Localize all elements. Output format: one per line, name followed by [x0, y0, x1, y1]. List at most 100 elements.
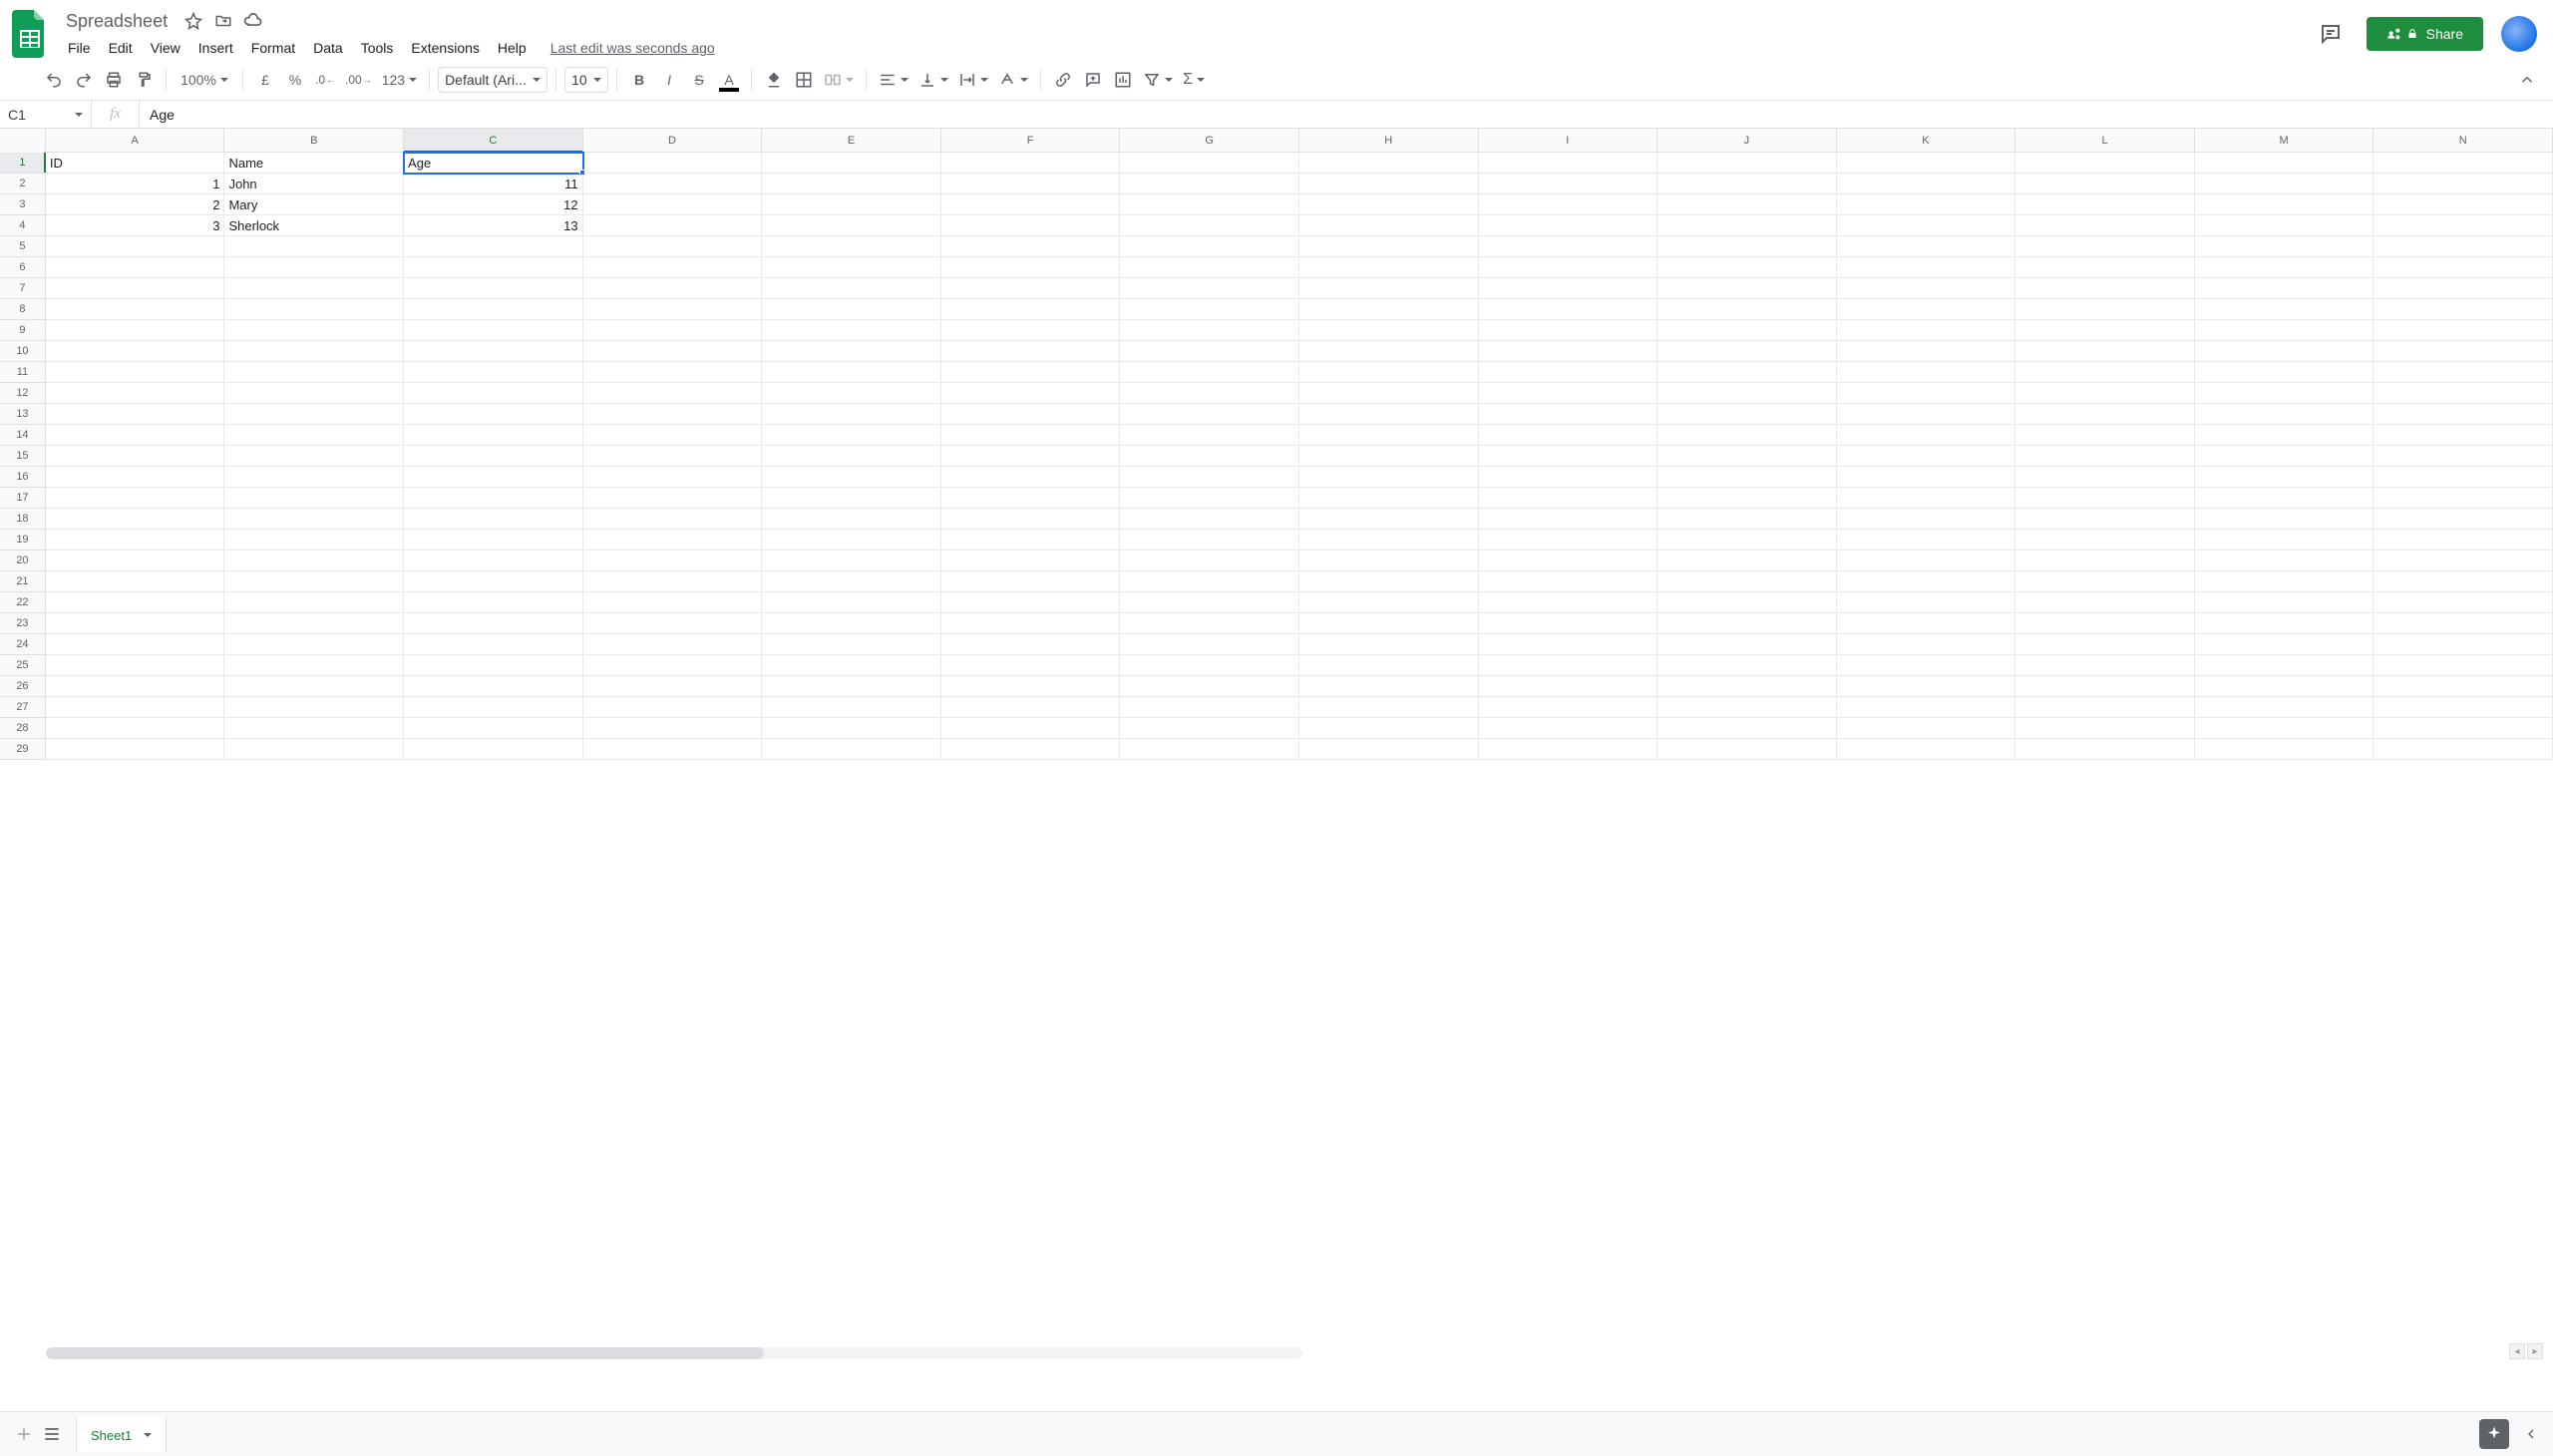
- cell[interactable]: [1657, 383, 1837, 404]
- cell[interactable]: [1299, 739, 1479, 760]
- cell[interactable]: [46, 341, 225, 362]
- horizontal-scrollbar[interactable]: [46, 1347, 1302, 1359]
- cell[interactable]: [224, 655, 404, 676]
- cell[interactable]: [1299, 697, 1479, 718]
- cell[interactable]: [941, 278, 1121, 299]
- cell[interactable]: 12: [404, 194, 583, 215]
- menu-format[interactable]: Format: [243, 36, 303, 60]
- cell[interactable]: [1299, 634, 1479, 655]
- cell[interactable]: [941, 341, 1121, 362]
- cell[interactable]: [1837, 404, 2016, 425]
- menu-tools[interactable]: Tools: [353, 36, 402, 60]
- all-sheets-icon[interactable]: [38, 1420, 66, 1448]
- cell[interactable]: [2015, 739, 2195, 760]
- account-avatar[interactable]: [2501, 16, 2537, 52]
- cell[interactable]: [2373, 404, 2553, 425]
- cell[interactable]: [224, 257, 404, 278]
- menu-extensions[interactable]: Extensions: [403, 36, 487, 60]
- row-header[interactable]: 21: [0, 571, 46, 592]
- cell[interactable]: [46, 571, 225, 592]
- cell[interactable]: [1120, 739, 1299, 760]
- cell[interactable]: [2195, 571, 2374, 592]
- cell[interactable]: [1657, 194, 1837, 215]
- row-header[interactable]: 1: [0, 153, 46, 174]
- cell[interactable]: [404, 655, 583, 676]
- cell[interactable]: [1120, 571, 1299, 592]
- scrollbar-thumb[interactable]: [46, 1347, 764, 1359]
- row-header[interactable]: 26: [0, 676, 46, 697]
- cell[interactable]: [2195, 467, 2374, 488]
- cell[interactable]: [762, 655, 941, 676]
- cell[interactable]: [583, 571, 763, 592]
- cell[interactable]: [404, 446, 583, 467]
- cell[interactable]: 11: [404, 174, 583, 194]
- cell[interactable]: [404, 236, 583, 257]
- cell[interactable]: [762, 676, 941, 697]
- cell[interactable]: [941, 697, 1121, 718]
- cell[interactable]: [2015, 697, 2195, 718]
- cell[interactable]: [1299, 257, 1479, 278]
- row-header[interactable]: 13: [0, 404, 46, 425]
- cell[interactable]: [762, 509, 941, 530]
- cell[interactable]: [404, 488, 583, 509]
- cell[interactable]: Sherlock: [224, 215, 404, 236]
- cell[interactable]: [1299, 341, 1479, 362]
- cell[interactable]: [46, 634, 225, 655]
- cell[interactable]: [1837, 299, 2016, 320]
- cell[interactable]: [1657, 655, 1837, 676]
- cell[interactable]: [762, 592, 941, 613]
- row-header[interactable]: 9: [0, 320, 46, 341]
- cell[interactable]: [1657, 320, 1837, 341]
- cell[interactable]: [762, 404, 941, 425]
- text-wrap-dropdown[interactable]: [954, 66, 992, 94]
- cell[interactable]: [404, 676, 583, 697]
- cell[interactable]: [1657, 718, 1837, 739]
- cell[interactable]: [762, 739, 941, 760]
- row-header[interactable]: 15: [0, 446, 46, 467]
- cell[interactable]: [2373, 362, 2553, 383]
- cell[interactable]: [941, 550, 1121, 571]
- cell[interactable]: [1479, 634, 1658, 655]
- redo-icon[interactable]: [70, 66, 98, 94]
- cell[interactable]: [2373, 215, 2553, 236]
- italic-button[interactable]: I: [655, 66, 683, 94]
- cell[interactable]: [583, 236, 763, 257]
- cell[interactable]: [2195, 509, 2374, 530]
- column-header[interactable]: K: [1837, 129, 2016, 152]
- cell[interactable]: [2373, 655, 2553, 676]
- cell[interactable]: [2373, 425, 2553, 446]
- cell[interactable]: [2373, 634, 2553, 655]
- cell[interactable]: [941, 488, 1121, 509]
- cell[interactable]: [224, 299, 404, 320]
- cell[interactable]: [2195, 236, 2374, 257]
- cell[interactable]: [224, 613, 404, 634]
- cell[interactable]: [2015, 613, 2195, 634]
- cell[interactable]: [1479, 174, 1658, 194]
- cell[interactable]: [583, 153, 763, 174]
- cell[interactable]: [2373, 153, 2553, 174]
- cell[interactable]: [2015, 634, 2195, 655]
- cell[interactable]: [583, 278, 763, 299]
- cell[interactable]: [224, 739, 404, 760]
- row-header[interactable]: 3: [0, 194, 46, 215]
- cell[interactable]: [1657, 613, 1837, 634]
- cell[interactable]: [1479, 341, 1658, 362]
- row-header[interactable]: 17: [0, 488, 46, 509]
- cell[interactable]: [2195, 278, 2374, 299]
- row-header[interactable]: 18: [0, 509, 46, 530]
- cell[interactable]: [2195, 676, 2374, 697]
- cell[interactable]: [2373, 592, 2553, 613]
- cell[interactable]: [1120, 320, 1299, 341]
- cell[interactable]: [2195, 697, 2374, 718]
- cell[interactable]: [1657, 530, 1837, 550]
- menu-view[interactable]: View: [143, 36, 188, 60]
- cell[interactable]: [2195, 425, 2374, 446]
- cell[interactable]: [1120, 613, 1299, 634]
- cell[interactable]: [1299, 488, 1479, 509]
- cell[interactable]: [224, 718, 404, 739]
- cell[interactable]: [2015, 362, 2195, 383]
- cell[interactable]: [941, 446, 1121, 467]
- cell[interactable]: [2373, 174, 2553, 194]
- cell[interactable]: [1657, 153, 1837, 174]
- cell[interactable]: [762, 236, 941, 257]
